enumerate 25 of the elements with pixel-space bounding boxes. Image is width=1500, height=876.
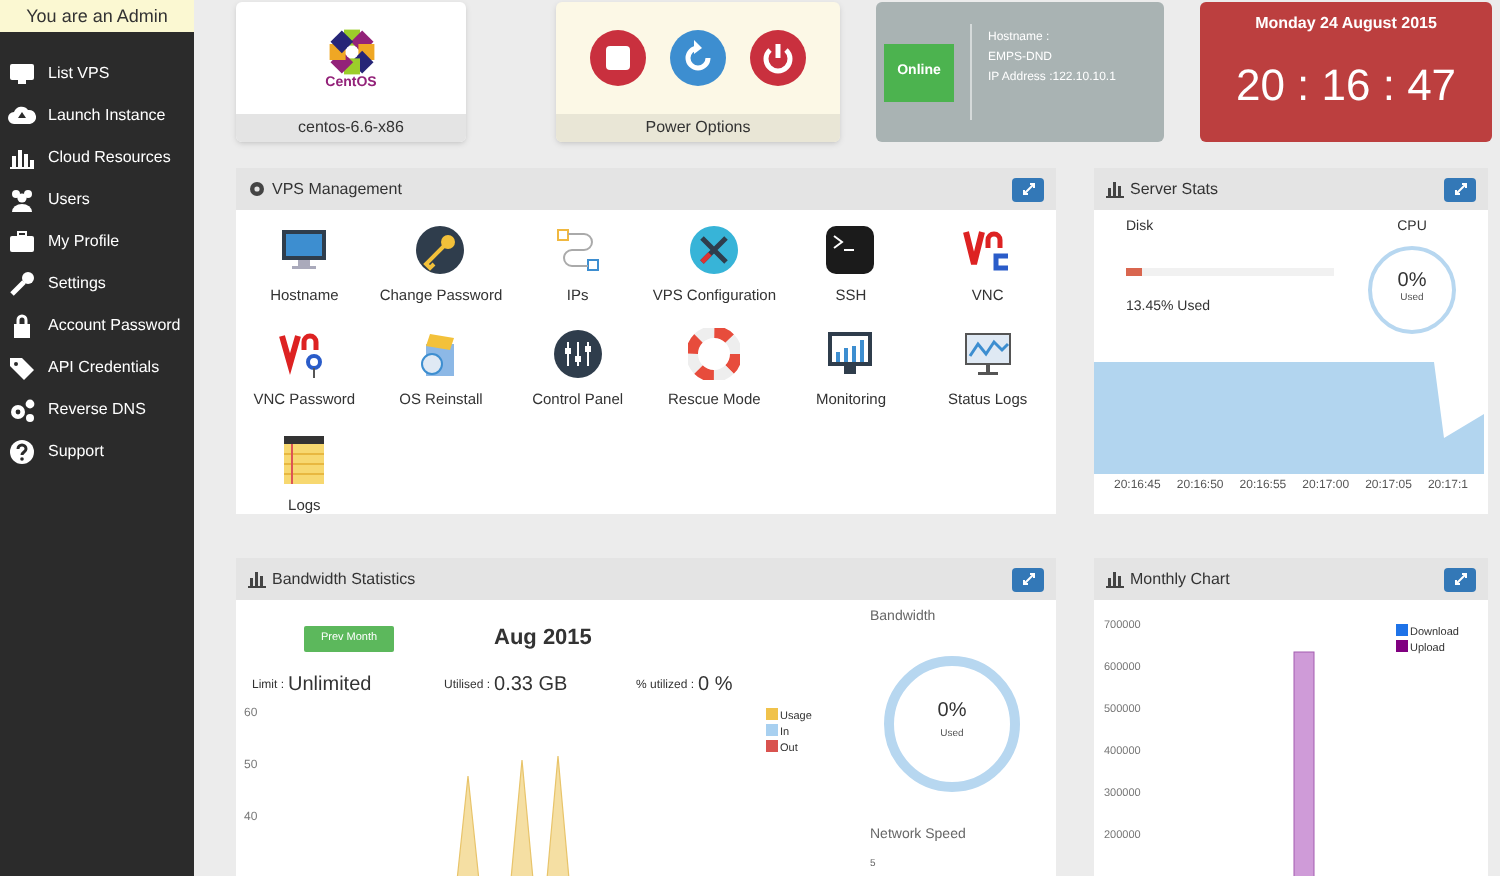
sidebar-item[interactable]: Reverse DNS	[0, 388, 194, 430]
sidebar-item[interactable]: Launch Instance	[0, 94, 194, 136]
stat-value: 0 %	[698, 675, 733, 695]
gauge-value: 0%	[937, 702, 967, 723]
clock-date: Monday 24 August 2015	[1255, 12, 1437, 36]
os-name: centos-6.6-x86	[236, 114, 466, 142]
sidebar-item[interactable]: API Credentials	[0, 346, 194, 388]
sidebar-item[interactable]: My Profile	[0, 220, 194, 262]
sidebar-item[interactable]: Account Password	[0, 304, 194, 346]
panel-title: VPS Management	[272, 177, 404, 201]
panel-title: Monthly Chart	[1130, 567, 1232, 591]
sidebar-item[interactable]: Support	[0, 430, 194, 472]
clock-time: 20 : 16 : 47	[1235, 58, 1457, 114]
power-title: Power Options	[556, 114, 840, 142]
sidebar-item[interactable]: Users	[0, 178, 194, 220]
gauge-value: 0%	[1397, 271, 1427, 292]
panel-title: Server Stats	[1130, 177, 1221, 201]
admin-banner: You are an Admin	[0, 0, 194, 32]
stat-value: Unlimited	[288, 675, 372, 695]
panel-title: Bandwidth Statistics	[272, 567, 418, 591]
sidebar-item[interactable]: Settings	[0, 262, 194, 304]
sidebar-item[interactable]: Cloud Resources	[0, 136, 194, 178]
stat-value: 0.33 GB	[494, 675, 568, 695]
sidebar-item[interactable]: List VPS	[0, 52, 194, 94]
month-title: Aug 2015	[494, 624, 592, 654]
